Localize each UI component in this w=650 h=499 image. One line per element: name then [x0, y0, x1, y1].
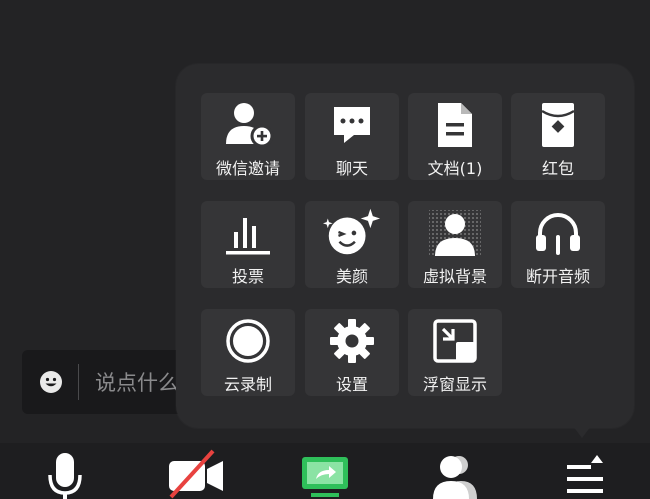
- participants-button[interactable]: [420, 443, 490, 499]
- beauty-face-icon: [322, 207, 382, 259]
- screen-share-button[interactable]: [290, 443, 360, 499]
- emoji-icon[interactable]: [38, 369, 64, 395]
- tile-vote[interactable]: 投票: [201, 201, 295, 288]
- screen-share-icon: [299, 443, 351, 499]
- more-actions-panel: 微信邀请 聊天 文档(1) 红包 投票 美颜 虚拟背景 断开音频 云录制 设置 …: [176, 64, 634, 428]
- tile-label: 美颜: [335, 267, 368, 286]
- tile-label: 聊天: [335, 159, 368, 178]
- tile-settings[interactable]: 设置: [305, 309, 399, 396]
- tile-label: 微信邀请: [215, 159, 280, 178]
- more-menu-icon: [561, 443, 609, 499]
- cloud-record-icon: [218, 315, 278, 367]
- more-button[interactable]: [550, 443, 620, 499]
- meeting-toolbar: [0, 443, 650, 499]
- gear-icon: [322, 315, 382, 367]
- tile-disconnect-audio[interactable]: 断开音频: [511, 201, 605, 288]
- tile-label: 云录制: [223, 375, 272, 394]
- chat-placeholder[interactable]: 说点什么: [95, 367, 179, 397]
- document-icon: [425, 99, 485, 151]
- tile-label: 文档(1): [427, 159, 483, 178]
- tile-chat[interactable]: 聊天: [305, 93, 399, 180]
- tile-floating-window[interactable]: 浮窗显示: [408, 309, 502, 396]
- camera-off-icon: [163, 443, 227, 499]
- chat-bubble-icon: [322, 99, 382, 151]
- tile-cloud-record[interactable]: 云录制: [201, 309, 295, 396]
- tile-label: 断开音频: [525, 267, 590, 286]
- tile-label: 虚拟背景: [422, 267, 487, 286]
- vote-bars-icon: [218, 207, 278, 259]
- tile-wechat-invite[interactable]: 微信邀请: [201, 93, 295, 180]
- tile-label: 浮窗显示: [422, 375, 487, 394]
- participants-icon: [427, 443, 483, 499]
- floating-window-icon: [425, 315, 485, 367]
- input-divider: [78, 364, 79, 400]
- tile-virtual-background[interactable]: 虚拟背景: [408, 201, 502, 288]
- camera-button[interactable]: [160, 443, 230, 499]
- tile-label: 投票: [231, 267, 264, 286]
- tile-documents[interactable]: 文档(1): [408, 93, 502, 180]
- tile-label: 红包: [541, 159, 574, 178]
- mute-button[interactable]: [30, 443, 100, 499]
- red-packet-icon: [528, 99, 588, 151]
- tile-label: 设置: [335, 375, 368, 394]
- tile-red-packet[interactable]: 红包: [511, 93, 605, 180]
- microphone-icon: [45, 443, 85, 499]
- virtual-background-icon: [425, 207, 485, 259]
- tile-beauty[interactable]: 美颜: [305, 201, 399, 288]
- panel-pointer: [570, 422, 594, 438]
- invite-user-icon: [218, 99, 278, 151]
- headphones-icon: [528, 207, 588, 259]
